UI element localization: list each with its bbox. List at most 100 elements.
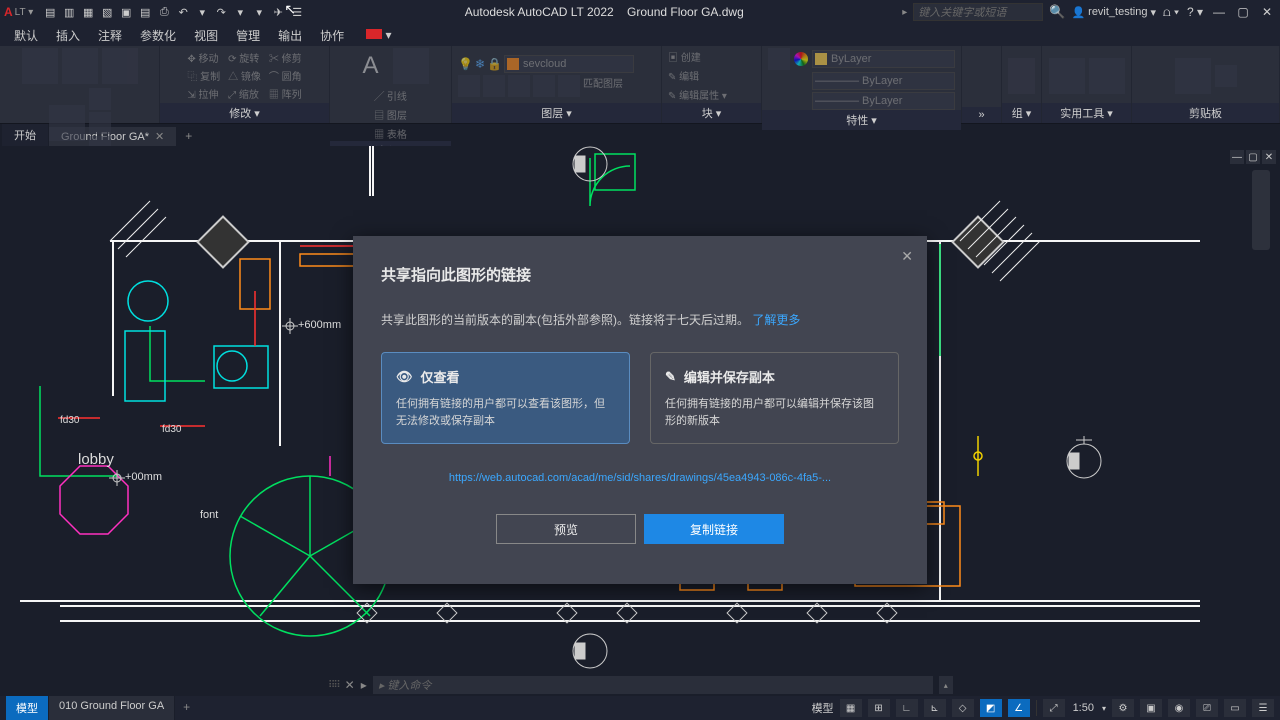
drawing-canvas[interactable]: — ▢ ✕ <box>0 146 1280 674</box>
util-tool[interactable] <box>1089 58 1125 94</box>
layer-btn-1[interactable] <box>458 75 480 97</box>
hardware-accel[interactable]: ⎚ <box>1196 699 1218 717</box>
clean-screen[interactable]: ▭ <box>1224 699 1246 717</box>
match-prop[interactable] <box>768 48 790 70</box>
block-attr[interactable]: ✎ 编辑属性 ▾ <box>668 87 727 102</box>
fillet-tool[interactable]: ⌒ 圆角 <box>269 68 302 83</box>
circle-tool[interactable] <box>102 48 138 84</box>
layout-tab-model[interactable]: 模型 <box>6 696 49 720</box>
search-input[interactable]: 键入关键字或短语 <box>913 3 1043 21</box>
menu-insert[interactable]: 插入 <box>48 24 88 47</box>
redo-icon[interactable]: ↷ <box>212 3 230 21</box>
maximize-button[interactable]: ▢ <box>1234 3 1252 21</box>
redo-drop-icon[interactable]: ▾ <box>231 3 249 21</box>
ortho-toggle[interactable]: ∟ <box>896 699 918 717</box>
layout-add-button[interactable]: + <box>175 696 198 720</box>
group-tool[interactable] <box>1008 58 1035 94</box>
panel-clipboard[interactable]: 剪贴板 <box>1132 103 1279 123</box>
draw-small-1[interactable] <box>89 88 111 110</box>
plot-icon[interactable]: ▣ <box>117 3 135 21</box>
gear-icon[interactable]: ⚙ <box>1112 699 1134 717</box>
match-layer[interactable]: 匹配图层 <box>583 75 623 97</box>
color-picker-icon[interactable] <box>794 52 808 66</box>
text-tool[interactable]: A <box>353 48 389 84</box>
panel-properties[interactable]: 特性 ▾ <box>762 110 961 130</box>
copy-tool[interactable]: ⿻ 复制 <box>187 68 220 83</box>
leader-tool[interactable]: ╱ 引线 <box>374 88 407 103</box>
open-icon[interactable]: ▥ <box>60 3 78 21</box>
menu-parametric[interactable]: 参数化 <box>132 24 184 47</box>
saveas-icon[interactable]: ▧ <box>98 3 116 21</box>
array-tool[interactable]: ▦ 阵列 <box>269 86 302 101</box>
menu-manage[interactable]: 管理 <box>228 24 268 47</box>
cmdline-close-icon[interactable]: ✕ <box>345 678 355 692</box>
panel-arrow[interactable]: » <box>962 107 1001 123</box>
paste-tool[interactable] <box>1175 58 1211 94</box>
dim-tool[interactable] <box>393 48 429 84</box>
snap-toggle[interactable]: ⊞ <box>868 699 890 717</box>
trim-tool[interactable]: ✂ 修剪 <box>269 50 302 65</box>
lineweight-bylayer[interactable]: ———— ByLayer <box>812 92 955 110</box>
layer-tool2[interactable]: ▤ 图层 <box>374 107 407 122</box>
option-view-only[interactable]: 👁仅查看 任何拥有链接的用户都可以查看该图形，但无法修改或保存副本 <box>381 352 630 444</box>
table-tool[interactable]: ▦ 表格 <box>374 126 407 141</box>
minimize-button[interactable]: — <box>1210 3 1228 21</box>
layout-tab-sheet[interactable]: 010 Ground Floor GA <box>49 696 175 720</box>
copy-clip[interactable] <box>1215 65 1237 87</box>
scale-icon[interactable]: ⤢ <box>1043 699 1065 717</box>
save-icon[interactable]: ▦ <box>79 3 97 21</box>
layer-btn-4[interactable] <box>533 75 555 97</box>
layer-btn-3[interactable] <box>508 75 530 97</box>
preview-button[interactable]: 预览 <box>496 514 636 544</box>
option-edit-copy[interactable]: ✎编辑并保存副本 任何拥有链接的用户都可以编辑并保存该图形的新版本 <box>650 352 899 444</box>
panel-group[interactable]: 组 ▾ <box>1002 103 1041 123</box>
grid-toggle[interactable]: ▦ <box>840 699 862 717</box>
layer-btn-5[interactable] <box>558 75 580 97</box>
menu-view[interactable]: 视图 <box>186 24 226 47</box>
layer-btn-2[interactable] <box>483 75 505 97</box>
user-menu[interactable]: 👤revit_testing ▾ <box>1071 6 1156 19</box>
menu-collaborate[interactable]: 协作 <box>312 24 352 47</box>
share-indicator-icon[interactable]: ▸ <box>902 7 907 18</box>
undo-icon[interactable]: ↶ <box>174 3 192 21</box>
panel-block[interactable]: 块 ▾ <box>662 103 761 123</box>
stretch-tool[interactable]: ⇲ 拉伸 <box>187 86 220 101</box>
measure-tool[interactable] <box>1049 58 1085 94</box>
status-scale[interactable]: 1:50 <box>1071 702 1096 714</box>
panel-layer[interactable]: 图层 ▾ <box>452 103 661 123</box>
maximize-viewport[interactable]: ▣ <box>1140 699 1162 717</box>
status-model-label[interactable]: 模型 <box>812 700 834 716</box>
copy-link-button[interactable]: 复制链接 <box>644 514 784 544</box>
layer-selector[interactable]: sevcloud <box>504 55 634 73</box>
cmdline-grip-icon[interactable]: ⠿⠿ <box>328 680 339 691</box>
mirror-tool[interactable]: △ 镜像 <box>228 68 261 83</box>
rotate-tool[interactable]: ⟳ 旋转 <box>228 50 261 65</box>
isolate-toggle[interactable]: ◉ <box>1168 699 1190 717</box>
print-icon[interactable]: ⎙ <box>155 3 173 21</box>
iso-toggle[interactable]: ◇ <box>952 699 974 717</box>
draw-small-2[interactable] <box>89 112 111 134</box>
menu-icon[interactable]: ☰↖ <box>288 3 306 21</box>
app-exchange-icon[interactable]: ⩍ ▾ <box>1162 3 1180 21</box>
otrack-toggle[interactable]: ∠ <box>1008 699 1030 717</box>
qat-drop-icon[interactable]: ▾ <box>250 3 268 21</box>
search-icon[interactable]: 🔍 <box>1049 4 1065 20</box>
move-tool[interactable]: ✥ 移动 <box>187 50 220 65</box>
color-bylayer[interactable]: ByLayer <box>812 50 955 68</box>
new-icon[interactable]: ▤ <box>41 3 59 21</box>
panel-utilities[interactable]: 实用工具 ▾ <box>1042 103 1131 123</box>
publish-icon[interactable]: ▤ <box>136 3 154 21</box>
menu-default[interactable]: 默认 <box>6 24 46 47</box>
tab-add-button[interactable]: + <box>177 126 200 146</box>
menu-output[interactable]: 输出 <box>270 24 310 47</box>
block-create[interactable]: ▣ 创建 <box>668 49 701 64</box>
dialog-close-button[interactable]: ✕ <box>901 248 913 265</box>
linetype-bylayer[interactable]: ———— ByLayer <box>812 72 955 90</box>
block-edit[interactable]: ✎ 编辑 <box>668 68 699 83</box>
close-button[interactable]: ✕ <box>1258 3 1276 21</box>
panel-modify[interactable]: 修改 ▾ <box>160 103 329 123</box>
learn-more-link[interactable]: 了解更多 <box>752 313 800 327</box>
command-input[interactable]: ▸ 键入命令 <box>373 676 933 694</box>
cmdline-history-icon[interactable]: ▸ <box>361 678 367 692</box>
menu-play-icon[interactable]: ▾ <box>354 25 399 45</box>
